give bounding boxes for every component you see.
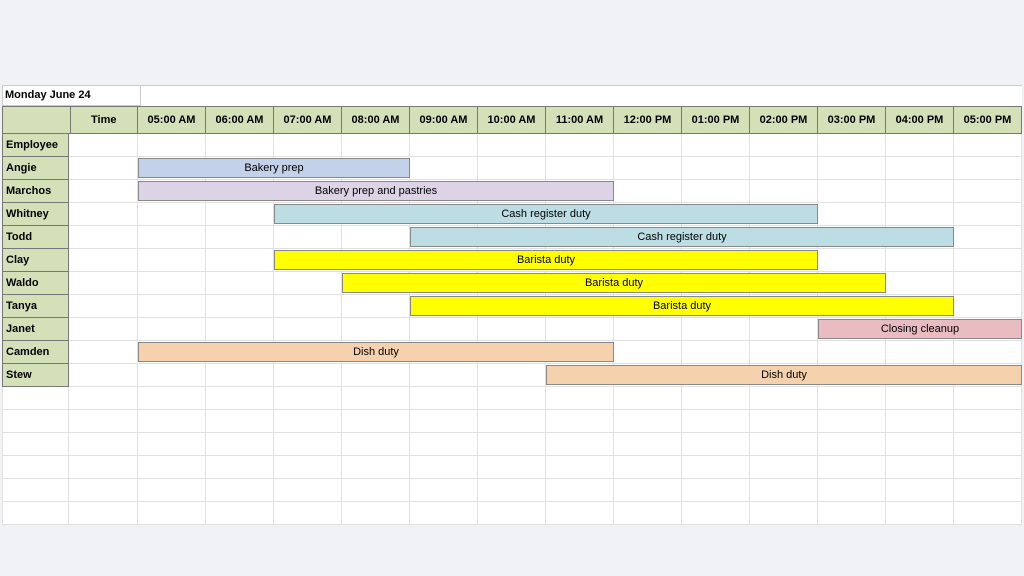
task-bar[interactable]: Barista duty — [342, 273, 886, 293]
employee-row: Janet Closing cleanup — [2, 318, 1022, 341]
task-bar[interactable]: Barista duty — [410, 296, 954, 316]
task-bar[interactable]: Closing cleanup — [818, 319, 1022, 339]
task-bar[interactable]: Bakery prep and pastries — [138, 181, 614, 201]
header-slot: 10:00 AM — [478, 106, 546, 134]
employee-row: Marchos Bakery prep and pastries — [2, 180, 1022, 203]
employee-name: Camden — [3, 341, 69, 364]
page-title: Monday June 24 — [3, 86, 141, 106]
employee-name: Angie — [3, 157, 69, 180]
employee-row: Waldo Barista duty — [2, 272, 1022, 295]
header-slot: 02:00 PM — [750, 106, 818, 134]
employee-name: Waldo — [3, 272, 69, 295]
task-bar[interactable]: Cash register duty — [410, 227, 954, 247]
employee-name: Janet — [3, 318, 69, 341]
task-bar[interactable]: Bakery prep — [138, 158, 410, 178]
header-slot: 12:00 PM — [614, 106, 682, 134]
employee-row: Angie Bakery prep — [2, 157, 1022, 180]
employee-name: Tanya — [3, 295, 69, 318]
header-slot: 05:00 PM — [954, 106, 1022, 134]
header-slot: 07:00 AM — [274, 106, 342, 134]
employee-row: Todd Cash register duty — [2, 226, 1022, 249]
header-slot: 01:00 PM — [682, 106, 750, 134]
header-slot: 09:00 AM — [410, 106, 478, 134]
header-slot: 05:00 AM — [138, 106, 206, 134]
header-row: Time 05:00 AM06:00 AM07:00 AM08:00 AM09:… — [2, 106, 1022, 134]
employee-name: Marchos — [3, 180, 69, 203]
task-bar[interactable]: Dish duty — [546, 365, 1022, 385]
header-slot: 03:00 PM — [818, 106, 886, 134]
header-slot: 04:00 PM — [886, 106, 954, 134]
employee-name: Todd — [3, 226, 69, 249]
task-bar[interactable]: Cash register duty — [274, 204, 818, 224]
employee-name: Stew — [3, 364, 69, 387]
employee-row: Clay Barista duty — [2, 249, 1022, 272]
employee-name: Whitney — [3, 203, 69, 226]
employee-row: Whitney Cash register duty — [2, 203, 1022, 226]
task-bar[interactable]: Barista duty — [274, 250, 818, 270]
header-slot: 06:00 AM — [206, 106, 274, 134]
schedule-sheet: Monday June 24 Time 05:00 AM06:00 AM07:0… — [2, 85, 1022, 525]
header-slot: 11:00 AM — [546, 106, 614, 134]
employee-name: Clay — [3, 249, 69, 272]
employee-label: Employee — [3, 134, 69, 157]
title-row: Monday June 24 — [2, 85, 1022, 106]
employee-row: Stew Dish duty — [2, 364, 1022, 387]
employee-row: Camden Dish duty — [2, 341, 1022, 364]
task-bar[interactable]: Dish duty — [138, 342, 614, 362]
employee-row: Tanya Barista duty — [2, 295, 1022, 318]
header-time-label: Time — [71, 106, 139, 134]
header-blank — [3, 106, 71, 134]
header-slot: 08:00 AM — [342, 106, 410, 134]
employee-label-row: Employee — [2, 134, 1022, 157]
